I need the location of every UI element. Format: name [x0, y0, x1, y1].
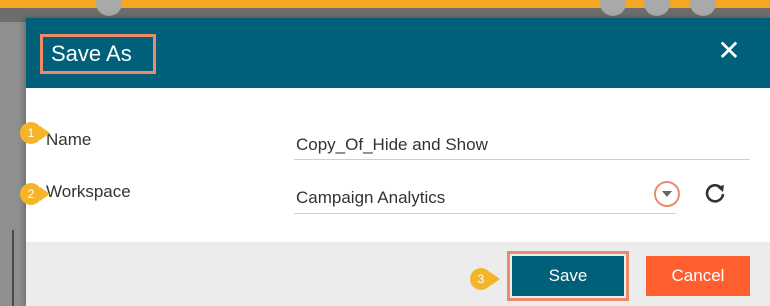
- refresh-icon: [705, 184, 725, 203]
- background-divider: [12, 230, 14, 306]
- workspace-label: Workspace: [46, 182, 131, 201]
- chevron-down-icon: [662, 191, 672, 197]
- dialog-title: Save As: [40, 34, 156, 74]
- name-row: Name: [26, 122, 770, 162]
- dialog-footer: Save Cancel: [26, 242, 770, 306]
- callout-badge-3: 3: [470, 268, 492, 290]
- name-input[interactable]: [294, 130, 750, 160]
- callout-pointer: [490, 272, 500, 286]
- save-as-dialog: Save As ✕ Name Workspace Campaign Analyt…: [20, 18, 770, 306]
- close-button[interactable]: ✕: [716, 35, 742, 66]
- callout-pointer: [40, 126, 50, 140]
- workspace-dropdown-button[interactable]: [654, 181, 680, 207]
- callout-pointer: [40, 187, 50, 201]
- workspace-value: Campaign Analytics: [296, 188, 446, 207]
- save-button[interactable]: Save: [507, 251, 629, 301]
- workspace-select[interactable]: Campaign Analytics: [294, 181, 680, 214]
- close-icon[interactable]: ✕: [717, 35, 740, 66]
- name-label: Name: [46, 130, 92, 149]
- cancel-button[interactable]: Cancel: [646, 256, 750, 296]
- callout-badge-1: 1: [20, 122, 42, 144]
- refresh-button[interactable]: [702, 180, 728, 206]
- workspace-row: Workspace Campaign Analytics: [26, 174, 770, 214]
- callout-badge-2: 2: [20, 183, 42, 205]
- dialog-header: Save As ✕: [26, 18, 770, 88]
